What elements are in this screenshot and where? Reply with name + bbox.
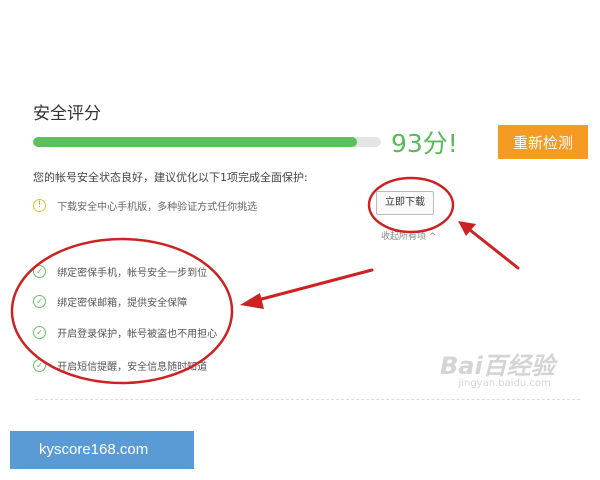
site-url-banner: kyscore168.com	[10, 431, 194, 469]
arrow-to-items	[256, 268, 374, 302]
arrow-to-download	[468, 228, 520, 270]
arrow-head-items	[240, 293, 264, 309]
red-annotation-overlay	[10, 176, 520, 385]
completed-items-highlight-circle	[10, 237, 234, 385]
download-highlight-circle	[367, 176, 455, 234]
